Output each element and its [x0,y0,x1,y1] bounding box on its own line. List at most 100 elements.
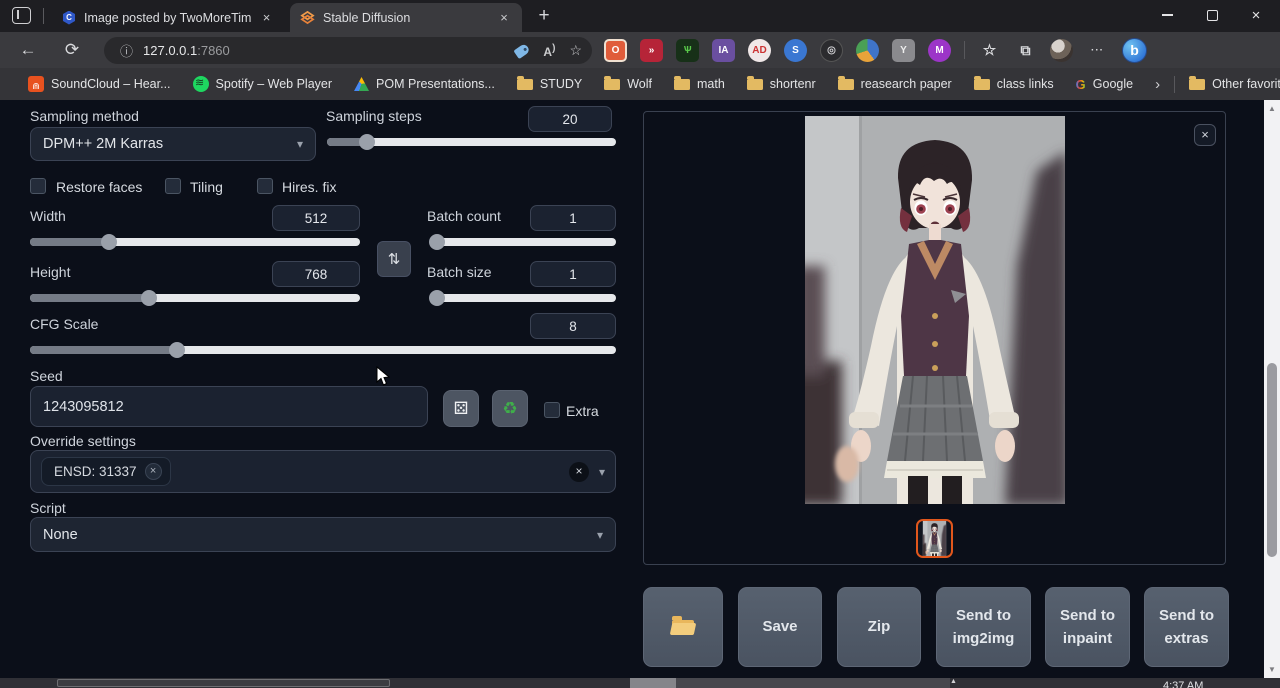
map-pin-extension-icon[interactable]: ◎ [820,39,843,62]
override-settings-field[interactable]: ENSD: 31337 × × ▾ [30,450,616,493]
width-slider[interactable] [30,238,360,246]
collections-icon[interactable]: ⧉ [1014,39,1037,62]
bookmarks-overflow-chevron[interactable]: › [1155,76,1160,93]
batch-count-input[interactable] [530,205,616,231]
open-folder-button[interactable] [643,587,723,667]
taskbar-clock[interactable]: 4:37 AM [1163,680,1203,688]
add-favorite-star-icon[interactable]: ☆ [569,42,582,59]
slider-handle[interactable] [141,290,157,306]
monster-extension-icon[interactable]: Ѱ [676,39,699,62]
sampling-method-dropdown[interactable]: DPM++ 2M Karras ▾ [30,127,316,161]
taskbar-tray-chevron-icon[interactable]: ▲ [950,678,957,685]
cfg-scale-slider[interactable] [30,346,616,354]
taskbar-app-segment[interactable] [630,678,676,688]
sampling-steps-slider[interactable] [327,138,616,146]
shazam-extension-icon[interactable]: S [784,39,807,62]
favorites-list-icon[interactable]: ☆ [978,39,1001,62]
scroll-down-icon[interactable]: ▼ [1264,665,1280,674]
site-info-icon[interactable]: ⓘ [120,41,133,60]
width-input[interactable] [272,205,360,231]
medium-extension-icon[interactable]: M [928,39,951,62]
bookmark-other-favorites[interactable]: Other favorites [1189,77,1280,91]
bookmark-folder-math[interactable]: math [674,77,725,91]
recycle-icon: ♻ [502,399,517,419]
bookmark-google[interactable]: GGoogle [1076,77,1133,92]
generated-image[interactable] [805,116,1065,504]
window-close-button[interactable]: × [1234,0,1278,30]
y-combinator-extension-icon[interactable]: Y [892,39,915,62]
sampling-steps-input[interactable] [528,106,612,132]
o-extension-icon[interactable]: O [604,39,627,62]
civitai-favicon: C [62,11,76,25]
profile-avatar[interactable] [1050,39,1073,62]
random-seed-button[interactable]: ⚄ [443,390,479,427]
back-icon[interactable]: ← [14,36,42,64]
thumbnail-image [920,521,949,556]
fast-forward-extension-icon[interactable]: » [640,39,663,62]
height-slider[interactable] [30,294,360,302]
globe-extension-icon[interactable] [856,39,879,62]
gallery-thumbnail-selected[interactable] [916,519,953,558]
slider-handle[interactable] [169,342,185,358]
new-tab-button[interactable]: + [532,4,556,28]
send-to-extras-button[interactable]: Send to extras [1144,587,1229,667]
bookmark-drive[interactable]: POM Presentations... [354,77,495,91]
batch-count-slider[interactable] [430,238,616,246]
browser-tab-2-active[interactable]: Stable Diffusion × [290,3,522,32]
bookmark-folder-research[interactable]: reasearch paper [838,77,952,91]
tab-close-icon[interactable]: × [259,10,274,26]
cfg-scale-input[interactable] [530,313,616,339]
chip-remove-icon[interactable]: × [145,463,162,480]
bookmark-spotify[interactable]: Spotify – Web Player [193,76,333,92]
window-restore-button[interactable] [1190,0,1234,30]
seed-input[interactable] [30,386,428,427]
browser-tab-1[interactable]: C Image posted by TwoMoreTimes × [52,3,284,32]
script-dropdown[interactable]: None ▾ [30,517,616,552]
chevron-down-icon[interactable]: ▾ [599,465,605,479]
tab-actions-menu-icon[interactable] [12,7,31,24]
restore-faces-checkbox[interactable] [30,178,46,194]
bookmark-folder-shortenr[interactable]: shortenr [747,77,816,91]
bookmark-soundcloud[interactable]: ⋒SoundCloud – Hear... [28,76,171,92]
shopping-tag-icon[interactable] [514,42,531,58]
taskbar-search-box[interactable] [57,679,390,687]
save-button[interactable]: Save [738,587,822,667]
bookmark-folder-wolf[interactable]: Wolf [604,77,652,91]
batch-size-input[interactable] [530,261,616,287]
reuse-seed-button[interactable]: ♻ [492,390,528,427]
vertical-scrollbar[interactable]: ▲ ▼ [1264,100,1280,678]
height-input[interactable] [272,261,360,287]
zip-button[interactable]: Zip [837,587,921,667]
slider-handle[interactable] [429,234,445,250]
hires-fix-checkbox[interactable] [257,178,273,194]
scroll-up-icon[interactable]: ▲ [1264,104,1280,113]
ia-extension-icon[interactable]: IA [712,39,735,62]
hires-fix-label: Hires. fix [282,179,336,195]
extra-seed-checkbox[interactable] [544,402,560,418]
tiling-checkbox[interactable] [165,178,181,194]
read-aloud-icon[interactable]: A) [543,43,555,59]
window-minimize-button[interactable] [1145,0,1189,30]
bookmark-folder-classlinks[interactable]: class links [974,77,1054,91]
refresh-icon[interactable]: ⟳ [58,36,86,64]
close-gallery-icon[interactable]: × [1194,124,1216,146]
ad-blocker-extension-icon[interactable]: AD [748,39,771,62]
bookmark-folder-study[interactable]: STUDY [517,77,582,91]
taskbar-app-strip[interactable] [676,678,950,688]
slider-handle[interactable] [429,290,445,306]
settings-ellipsis-icon[interactable]: ··· [1086,39,1109,62]
override-chip-ensd[interactable]: ENSD: 31337 × [41,457,171,486]
scrollbar-thumb[interactable] [1267,363,1277,557]
send-to-img2img-button[interactable]: Send to img2img [936,587,1031,667]
folder-icon [838,79,854,90]
batch-size-slider[interactable] [430,294,616,302]
folder-icon [747,79,763,90]
swap-width-height-button[interactable]: ⇅ [377,241,411,277]
slider-handle[interactable] [101,234,117,250]
send-to-inpaint-button[interactable]: Send to inpaint [1045,587,1130,667]
tab-close-icon[interactable]: × [496,10,512,26]
clear-all-icon[interactable]: × [569,462,589,482]
bing-chat-icon[interactable]: b [1122,38,1147,63]
address-bar[interactable]: ⓘ 127.0.0.1:7860 A) ☆ [104,37,592,64]
slider-handle[interactable] [359,134,375,150]
